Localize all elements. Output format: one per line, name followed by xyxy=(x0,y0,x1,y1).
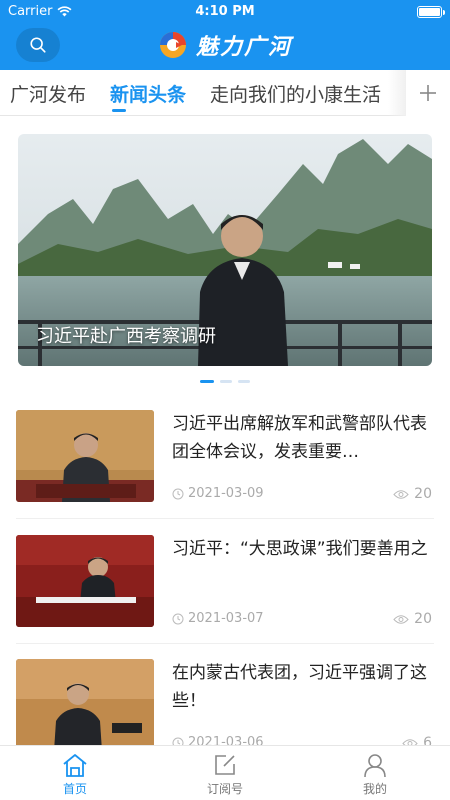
app-title: 魅力广河 xyxy=(195,35,292,60)
clock-icon xyxy=(172,488,184,499)
home-icon xyxy=(63,754,87,777)
nav-home-label: 首页 xyxy=(62,782,87,796)
news-views: 20 xyxy=(393,611,432,627)
banner-carousel[interactable]: 习近平赴广西考察调研 xyxy=(18,134,432,366)
news-item[interactable]: 习近平：“大思政课”我们要善用之 2021-03-07 20 xyxy=(16,535,434,639)
clock-icon xyxy=(172,613,184,624)
news-meta: 2021-03-09 20 xyxy=(172,486,434,504)
carousel-indicator xyxy=(0,380,450,384)
carousel-dot[interactable] xyxy=(220,380,232,383)
brand: 魅力广河 xyxy=(0,28,450,62)
tab-headlines[interactable]: 新闻头条 xyxy=(110,80,186,107)
app-logo-icon xyxy=(159,32,186,58)
add-tab-button[interactable] xyxy=(406,70,450,116)
status-bar: Carrier 4:10 PM xyxy=(0,0,450,24)
battery-icon xyxy=(417,6,445,18)
tab-moderately-prosperous-life[interactable]: 走向我们的小康生活 xyxy=(210,80,381,107)
tab-guanghe-release[interactable]: 广河发布 xyxy=(10,80,86,107)
news-thumbnail xyxy=(16,410,154,502)
nav-subscriptions-label: 订阅号 xyxy=(206,782,243,796)
news-date-text: 2021-03-09 xyxy=(188,486,264,501)
news-title: 在内蒙古代表团，习近平强调了这些！ xyxy=(172,663,427,711)
nav-profile[interactable]: 我的 xyxy=(335,752,415,798)
news-divider xyxy=(16,518,434,519)
nav-home[interactable]: 首页 xyxy=(35,752,115,798)
news-thumbnail xyxy=(16,535,154,627)
banner-caption: 习近平赴广西考察调研 xyxy=(36,326,216,347)
news-view-count: 20 xyxy=(414,611,432,627)
bottom-nav: 首页 订阅号 我的 xyxy=(0,745,450,800)
news-item[interactable]: 习近平出席解放军和武警部队代表团全体会议，发表重要… 2021-03-09 20 xyxy=(16,410,434,514)
active-tab-indicator xyxy=(112,109,126,112)
news-date: 2021-03-09 xyxy=(172,486,264,501)
news-title: 习近平：“大思政课”我们要善用之 xyxy=(172,539,428,559)
news-divider xyxy=(16,643,434,644)
news-date: 2021-03-07 xyxy=(172,611,264,626)
news-meta: 2021-03-07 20 xyxy=(172,611,434,629)
news-views: 20 xyxy=(393,486,432,502)
header: Carrier 4:10 PM 魅力广河 xyxy=(0,0,450,70)
eye-icon xyxy=(393,489,409,499)
nav-profile-label: 我的 xyxy=(362,782,387,796)
tab-fade-edge xyxy=(388,70,406,116)
carousel-dot[interactable] xyxy=(238,380,250,383)
news-thumbnail xyxy=(16,659,154,751)
nav-subscriptions[interactable]: 订阅号 xyxy=(185,752,265,798)
edit-icon xyxy=(215,755,235,775)
eye-icon xyxy=(393,614,409,624)
news-date-text: 2021-03-07 xyxy=(188,611,264,626)
user-icon xyxy=(364,754,386,778)
app-root: Carrier 4:10 PM 魅力广河 广河发布 新闻头条 走向我们的小康生活… xyxy=(0,0,450,800)
category-tabs: 广河发布 新闻头条 走向我们的小康生活 xyxy=(0,70,450,116)
news-view-count: 20 xyxy=(414,486,432,502)
carousel-dot[interactable] xyxy=(200,380,214,383)
status-time: 4:10 PM xyxy=(195,4,255,19)
news-title: 习近平出席解放军和武警部队代表团全体会议，发表重要… xyxy=(172,414,427,462)
plus-icon xyxy=(420,85,436,101)
